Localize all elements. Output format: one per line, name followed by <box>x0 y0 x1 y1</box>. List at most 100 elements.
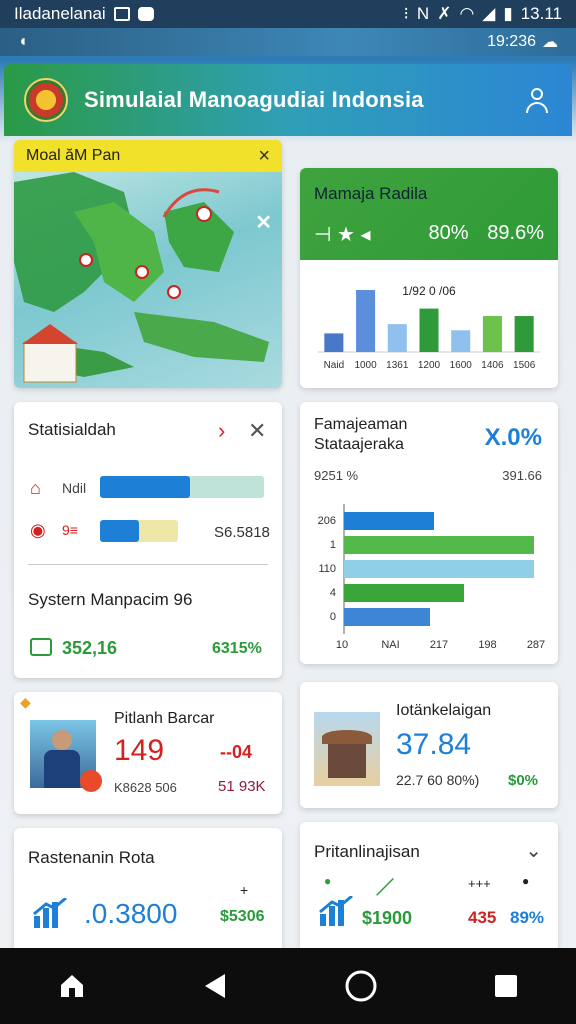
finance-value-3: 89% <box>510 908 545 927</box>
emblem-logo <box>24 78 68 122</box>
chart-bar <box>482 316 502 352</box>
finance-title: Pritanlinajisan <box>314 842 420 861</box>
badge-icon <box>80 770 102 792</box>
row2-bar <box>100 520 139 542</box>
bar-chart-icon <box>319 896 353 926</box>
chart-bar <box>344 512 434 530</box>
statistik-title: Statisialdah <box>28 420 116 439</box>
route-plus: + <box>240 882 249 898</box>
close-icon[interactable]: × <box>258 145 270 168</box>
temple-card[interactable]: Iotänkelaigan 37.84 22.7 60 80%) $0% <box>300 682 558 808</box>
finance-value-2: 435 <box>468 908 497 927</box>
trend-icon: ／ <box>376 878 394 898</box>
gallery-icon <box>113 7 130 21</box>
chart-tick-label: NAI <box>381 639 399 651</box>
hchart-title-1: Famajeaman <box>314 416 408 433</box>
chart-tick-label: 217 <box>430 639 448 651</box>
route-right-value: $5306 <box>220 908 265 925</box>
bar-chart-icon <box>33 898 67 928</box>
footer-value-1: 352,16 <box>62 638 118 658</box>
stat-value-2: 89.6% <box>487 222 544 244</box>
notification-icon: ⁝ <box>403 4 409 23</box>
dot-icon: ● <box>324 874 332 888</box>
row2-track <box>100 520 178 542</box>
stat-bar-chart: Naid 1000 1361 1200 1600 1406 1506 <box>318 290 540 371</box>
chart-bar <box>344 536 534 554</box>
close-icon[interactable]: ✕ <box>248 418 266 444</box>
dot-icon-2: ● <box>522 874 530 888</box>
map-card-header: Moal ăM Pan × <box>14 140 282 172</box>
person-card[interactable]: ◆ Pitlanh Barcar 149 --04 K8628 506 51 9… <box>14 692 282 814</box>
map-card[interactable]: Moal ăM Pan × ✕ <box>14 140 282 388</box>
chart-tick-label: 1000 <box>354 360 377 371</box>
stat-value-1: 80% <box>428 222 469 244</box>
sub-time: 19:236 <box>487 33 536 50</box>
map-card-title: Moal ăM Pan <box>26 147 121 164</box>
recents-icon[interactable] <box>493 973 519 999</box>
temple-photo <box>314 712 380 786</box>
stat-icons: ⊣ ★ ◂ <box>314 224 371 246</box>
temple-value: 37.84 <box>396 728 472 761</box>
wifi-icon: ◠ <box>459 4 475 23</box>
person-sub-left: K8628 506 <box>114 780 177 795</box>
hchart-sub-left: 9251 % <box>314 468 359 483</box>
chart-bar <box>387 324 407 352</box>
row1-bar <box>100 476 191 498</box>
stat-card-title: Mamaja Radila <box>314 184 428 203</box>
map-close-icon[interactable]: ✕ <box>255 210 272 235</box>
chart-category-label: 206 <box>318 515 336 527</box>
chevron-down-icon[interactable]: ⌄ <box>525 838 542 863</box>
row2-value: S6.5818 <box>214 524 270 541</box>
route-card[interactable]: Rastenanin Rota + .0.3800 $5306 <box>14 828 282 954</box>
route-title: Rastenanin Rota <box>28 848 155 867</box>
temple-sub-right: $0% <box>508 772 539 789</box>
chart-category-label: 110 <box>318 563 336 575</box>
hchart-card[interactable]: Famajeaman Stataajeraka X.0% 9251 % 391.… <box>300 402 558 664</box>
star-icon: ◆ <box>20 694 31 710</box>
wifi-signal-icon: ◉ <box>30 520 46 540</box>
moon-icon: ◖ <box>18 33 28 50</box>
chart-bar <box>324 333 344 352</box>
user-profile-icon[interactable] <box>522 85 552 115</box>
person-sub-right: 51 93K <box>218 778 266 795</box>
chart-bar <box>344 584 464 602</box>
chart-bar <box>344 608 430 626</box>
row2-label: 9≡ <box>62 522 78 538</box>
chart-tick-label: 1600 <box>450 360 473 371</box>
chevron-right-icon[interactable]: › <box>218 418 225 444</box>
wallet-icon <box>30 638 52 656</box>
back-icon[interactable] <box>201 972 229 1000</box>
statistik-card[interactable]: Statisialdah › ✕ ⌂ Ndil ◉ 9≡ S6.5818 Sys… <box>14 402 282 678</box>
chart-bar <box>419 308 439 352</box>
chart-tick-label: 287 <box>527 639 545 651</box>
home-circle-icon[interactable] <box>344 969 378 1003</box>
chart-category-label: 0 <box>330 611 336 623</box>
app-header: Simulaial Manoagudiai Indonsia <box>4 64 572 136</box>
row1-label: Ndil <box>62 480 87 496</box>
map-view[interactable]: ✕ <box>14 172 282 388</box>
horizontal-bar-chart: 206 1 110 4 0 10 NAI 217 198 287 <box>318 504 545 651</box>
chart-tick-label: Naid <box>324 360 345 371</box>
person-title: Pitlanh Barcar <box>114 710 215 727</box>
finance-card[interactable]: Pritanlinajisan ⌄ ● ／ +++ ● $1900 435 89… <box>300 822 558 954</box>
carrier-label: Iladanelanai <box>14 4 106 23</box>
section-title: Systern Manpacim 96 <box>28 590 193 609</box>
clock: 13.11 <box>520 4 562 23</box>
route-value: .0.3800 <box>84 898 178 929</box>
navigation-bar <box>0 948 576 1024</box>
chart-tick-label: 1361 <box>386 360 409 371</box>
status-bar: Iladanelanai ⁝ N ✗ ◠ ◢ ▮ 13.11 <box>0 0 576 28</box>
network-label: N <box>416 4 430 23</box>
chart-bar <box>451 330 471 352</box>
hchart-sub-right: 391.66 <box>502 468 542 483</box>
temple-sub-left: 22.7 60 80%) <box>396 772 480 788</box>
divider <box>28 564 268 565</box>
stat-card[interactable]: Mamaja Radila ⊣ ★ ◂ 80% 89.6% 1/92 0 /06… <box>300 168 558 388</box>
finance-tick: +++ <box>468 876 491 891</box>
person-value: 149 <box>114 734 165 767</box>
chart-tick-label: 1200 <box>418 360 441 371</box>
home-icon[interactable] <box>58 972 86 1000</box>
mute-icon: ✗ <box>437 4 452 23</box>
app-title: Simulaial Manoagudiai Indonsia <box>84 87 424 112</box>
hchart-title-2: Stataajeraka <box>314 436 404 453</box>
